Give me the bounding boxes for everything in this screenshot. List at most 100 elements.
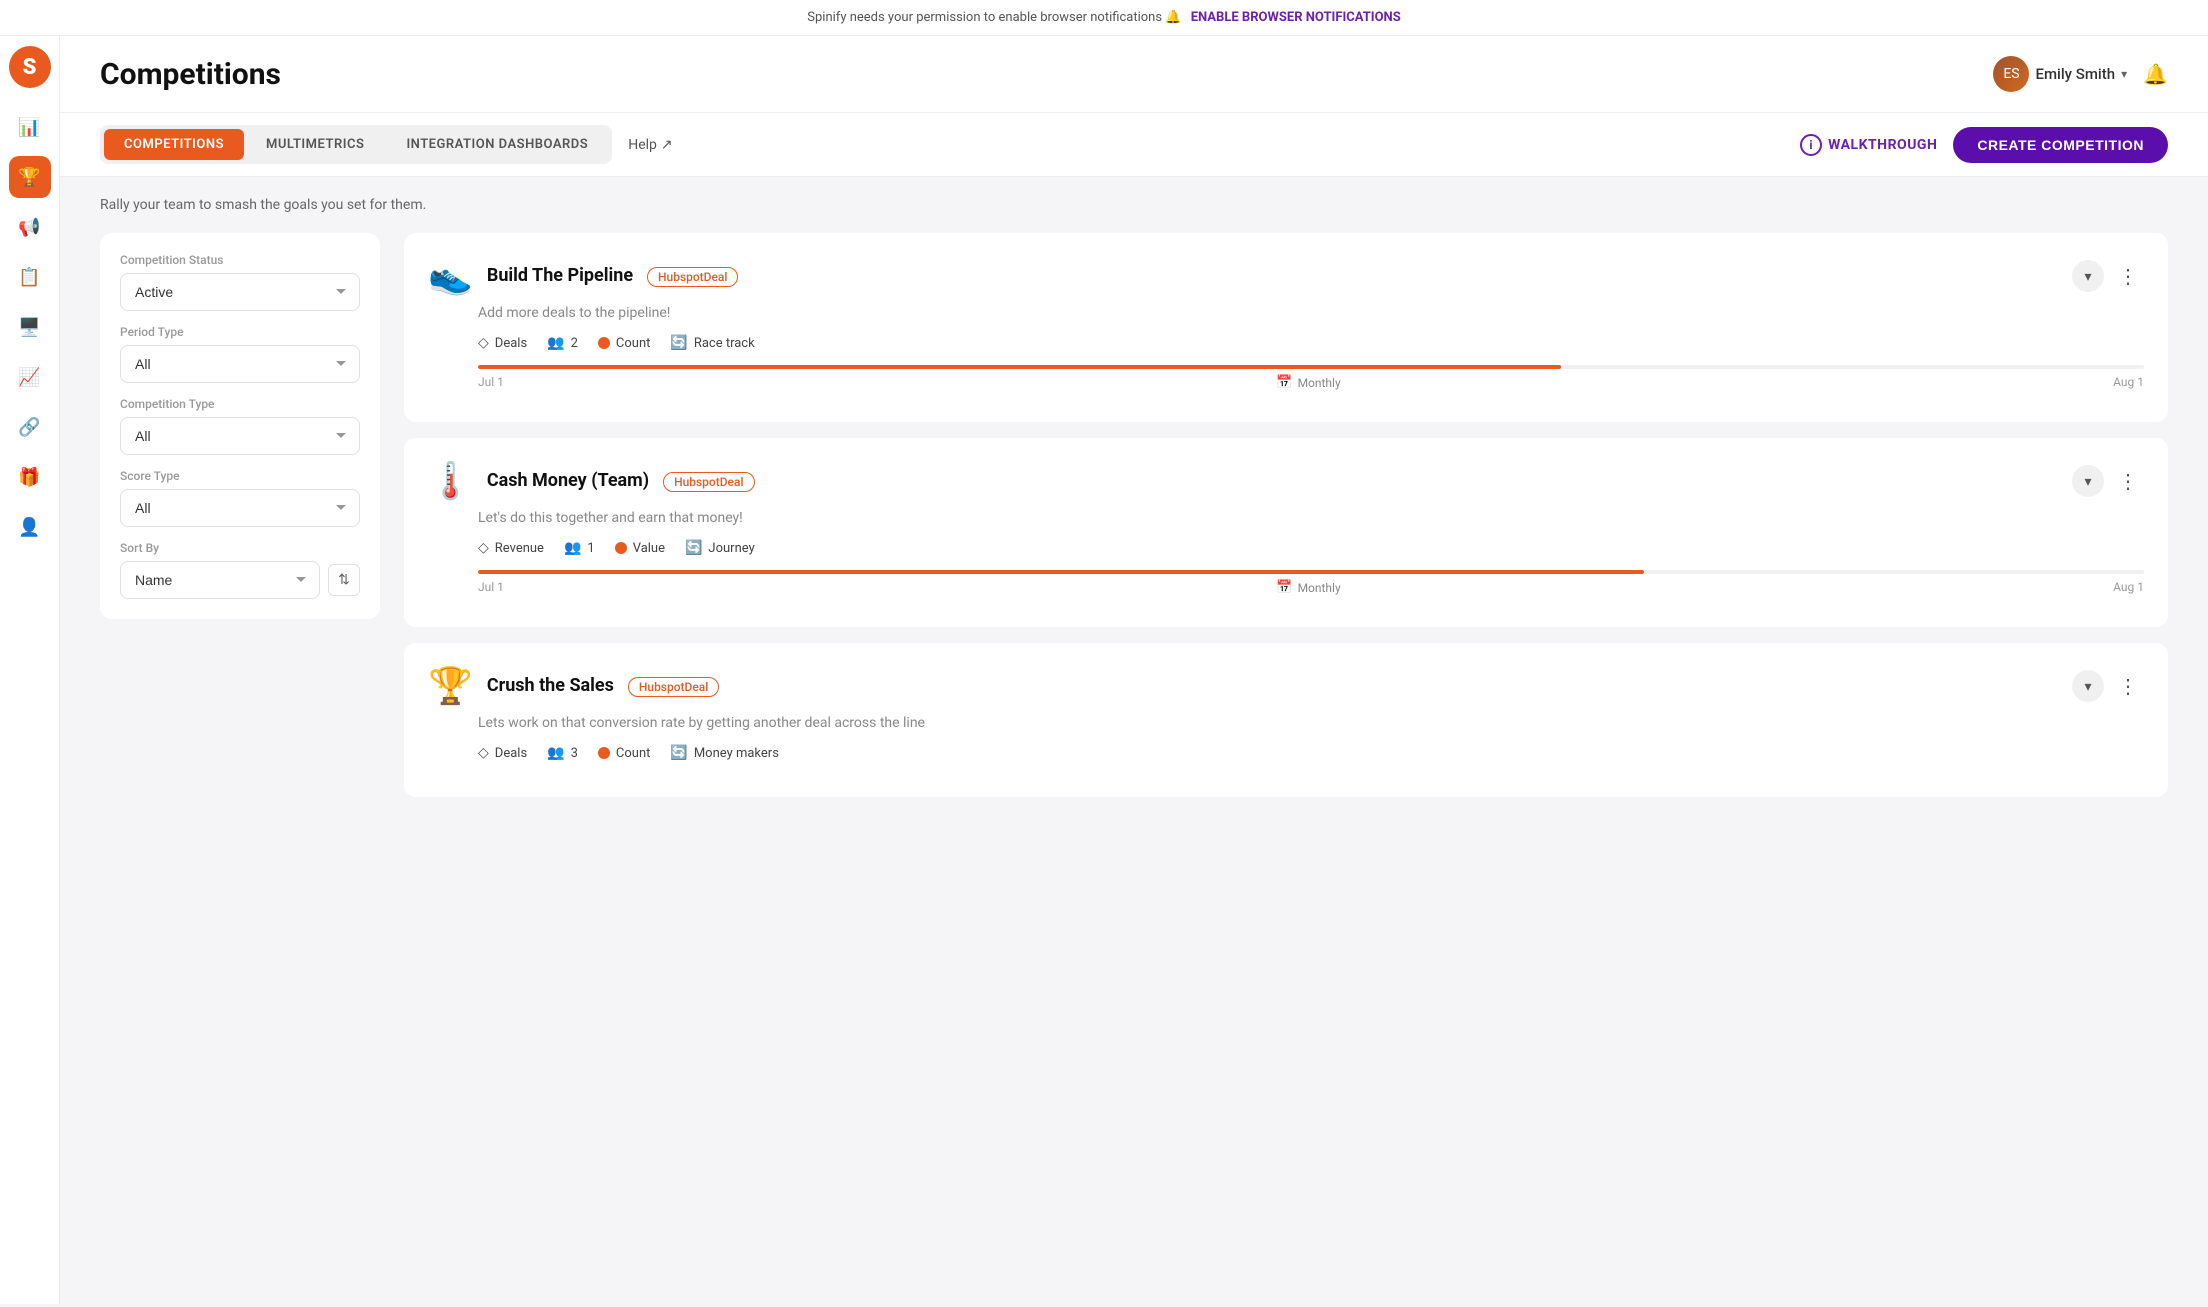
- meta-layout: 🔄 Race track: [670, 335, 754, 351]
- calendar-icon: 📅: [1276, 580, 1292, 595]
- calendar-icon: 📅: [1276, 375, 1292, 390]
- participants-count: 2: [571, 336, 578, 351]
- meta-layout: 🔄 Journey: [685, 540, 755, 556]
- competition-card-left: 🏆 Crush the Sales HubspotDeal: [428, 665, 719, 707]
- main-area: Competitions ES Emily Smith ▾ 🔔 COMPETIT…: [60, 36, 2208, 1304]
- layout-icon: 🔄: [670, 335, 687, 351]
- competition-card-header: 🌡️ Cash Money (Team) HubspotDeal ▾ ⋮: [428, 460, 2144, 502]
- competition-card: 🌡️ Cash Money (Team) HubspotDeal ▾ ⋮: [404, 438, 2168, 627]
- metric-label: Deals: [495, 336, 527, 351]
- walkthrough-button[interactable]: i WALKTHROUGH: [1800, 134, 1937, 156]
- participants-icon: 👥: [564, 540, 581, 556]
- date-end: Aug 1: [2113, 580, 2144, 595]
- users-icon: 👤: [18, 517, 40, 538]
- more-options-button[interactable]: ⋮: [2112, 670, 2144, 702]
- notification-bell-button[interactable]: 🔔: [2143, 62, 2168, 86]
- sidebar-item-reports[interactable]: 📋: [9, 256, 51, 298]
- enable-notifications-link[interactable]: ENABLE BROWSER NOTIFICATIONS: [1191, 10, 1401, 25]
- score-type-select[interactable]: All Count Value Percentage: [120, 489, 360, 527]
- competition-type-select[interactable]: All Individual Team: [120, 417, 360, 455]
- sidebar-item-rewards[interactable]: 🎁: [9, 456, 51, 498]
- competition-card-left: 🌡️ Cash Money (Team) HubspotDeal: [428, 460, 755, 502]
- expand-button[interactable]: ▾: [2072, 670, 2104, 702]
- score-type-label: Value: [633, 541, 665, 556]
- score-type-label: Score Type: [120, 469, 360, 483]
- meta-score-type: Value: [615, 541, 665, 556]
- competition-card-actions: ▾ ⋮: [2072, 260, 2144, 292]
- content-layout: Competition Status Active Inactive All P…: [100, 233, 2168, 797]
- sort-by-label: Sort By: [120, 541, 360, 555]
- sidebar-item-integrations[interactable]: 🔗: [9, 406, 51, 448]
- filter-group-competition-type: Competition Type All Individual Team: [120, 397, 360, 455]
- period-type-select[interactable]: All Daily Weekly Monthly: [120, 345, 360, 383]
- competition-status-select[interactable]: Active Inactive All: [120, 273, 360, 311]
- tab-competitions[interactable]: COMPETITIONS: [104, 129, 244, 160]
- tv-icon: 🖥️: [18, 317, 40, 338]
- competition-card-actions: ▾ ⋮: [2072, 465, 2144, 497]
- competition-card: 🏆 Crush the Sales HubspotDeal ▾ ⋮: [404, 643, 2168, 797]
- announcements-icon: 📢: [18, 217, 40, 238]
- notification-text: Spinify needs your permission to enable …: [807, 10, 1162, 25]
- competition-title-group: Build The Pipeline HubspotDeal: [487, 265, 739, 287]
- trends-icon: 📈: [18, 367, 40, 388]
- meta-score-type: Count: [598, 746, 650, 761]
- reports-icon: 📋: [18, 267, 40, 288]
- sort-asc-icon: ⇅: [338, 572, 350, 588]
- tabs-bar: COMPETITIONS MULTIMETRICS INTEGRATION DA…: [60, 113, 2208, 177]
- meta-participants: 👥 3: [547, 745, 578, 761]
- filters-panel: Competition Status Active Inactive All P…: [100, 233, 380, 619]
- layout-label: Journey: [708, 541, 754, 556]
- more-options-button[interactable]: ⋮: [2112, 465, 2144, 497]
- progress-dates: Jul 1 📅 Monthly Aug 1: [478, 580, 2144, 595]
- metric-label: Revenue: [495, 541, 544, 556]
- integrations-icon: 🔗: [18, 417, 40, 438]
- date-start: Jul 1: [478, 375, 504, 390]
- sidebar-item-analytics[interactable]: 📊: [9, 106, 51, 148]
- layout-icon: 🔄: [685, 540, 702, 556]
- participants-icon: 👥: [547, 745, 564, 761]
- competition-card: 👟 Build The Pipeline HubspotDeal ▾ ⋮: [404, 233, 2168, 422]
- user-dropdown[interactable]: ES Emily Smith ▾: [1993, 56, 2127, 92]
- sort-by-select[interactable]: Name Date Created Status: [120, 561, 320, 599]
- progress-dates: Jul 1 📅 Monthly Aug 1: [478, 375, 2144, 390]
- sidebar-item-users[interactable]: 👤: [9, 506, 51, 548]
- progress-bar-fill: [478, 365, 1561, 369]
- metric-icon: ◇: [478, 335, 489, 351]
- competition-title: Build The Pipeline: [487, 265, 633, 286]
- sidebar-item-competitions[interactable]: 🏆: [9, 156, 51, 198]
- tab-multimetrics[interactable]: MULTIMETRICS: [246, 129, 384, 160]
- progress-center: 📅 Monthly: [1276, 580, 1340, 595]
- competition-card-actions: ▾ ⋮: [2072, 670, 2144, 702]
- competition-description: Let's do this together and earn that mon…: [478, 510, 2144, 526]
- date-end: Aug 1: [2113, 375, 2144, 390]
- tab-integration-dashboards[interactable]: INTEGRATION DASHBOARDS: [386, 129, 608, 160]
- tab-group: COMPETITIONS MULTIMETRICS INTEGRATION DA…: [100, 125, 612, 164]
- competition-badge: HubspotDeal: [628, 677, 719, 697]
- competition-badge: HubspotDeal: [647, 267, 738, 287]
- external-link-icon: ↗: [661, 137, 673, 153]
- sort-order-button[interactable]: ⇅: [328, 564, 360, 596]
- more-options-button[interactable]: ⋮: [2112, 260, 2144, 292]
- expand-button[interactable]: ▾: [2072, 465, 2104, 497]
- tabs-actions: i WALKTHROUGH CREATE COMPETITION: [1800, 127, 2168, 163]
- progress-bar-bg: [478, 365, 2144, 369]
- sidebar-item-trends[interactable]: 📈: [9, 356, 51, 398]
- metric-icon: ◇: [478, 540, 489, 556]
- participants-count: 3: [571, 746, 578, 761]
- sidebar-item-announcements[interactable]: 📢: [9, 206, 51, 248]
- create-competition-button[interactable]: CREATE COMPETITION: [1953, 127, 2168, 163]
- competition-title: Cash Money (Team): [487, 470, 649, 491]
- competition-status-label: Competition Status: [120, 253, 360, 267]
- help-link[interactable]: Help ↗: [628, 137, 672, 153]
- expand-button[interactable]: ▾: [2072, 260, 2104, 292]
- meta-metric: ◇ Deals: [478, 335, 527, 351]
- sidebar-item-tv[interactable]: 🖥️: [9, 306, 51, 348]
- user-name: Emily Smith: [2035, 65, 2115, 83]
- competition-description: Lets work on that conversion rate by get…: [478, 715, 2144, 731]
- walkthrough-label: WALKTHROUGH: [1828, 137, 1937, 153]
- help-label: Help: [628, 137, 657, 153]
- date-start: Jul 1: [478, 580, 504, 595]
- date-period: Monthly: [1298, 581, 1341, 595]
- sidebar-logo[interactable]: S: [9, 46, 51, 88]
- sort-select-wrapper: Name Date Created Status: [120, 561, 320, 599]
